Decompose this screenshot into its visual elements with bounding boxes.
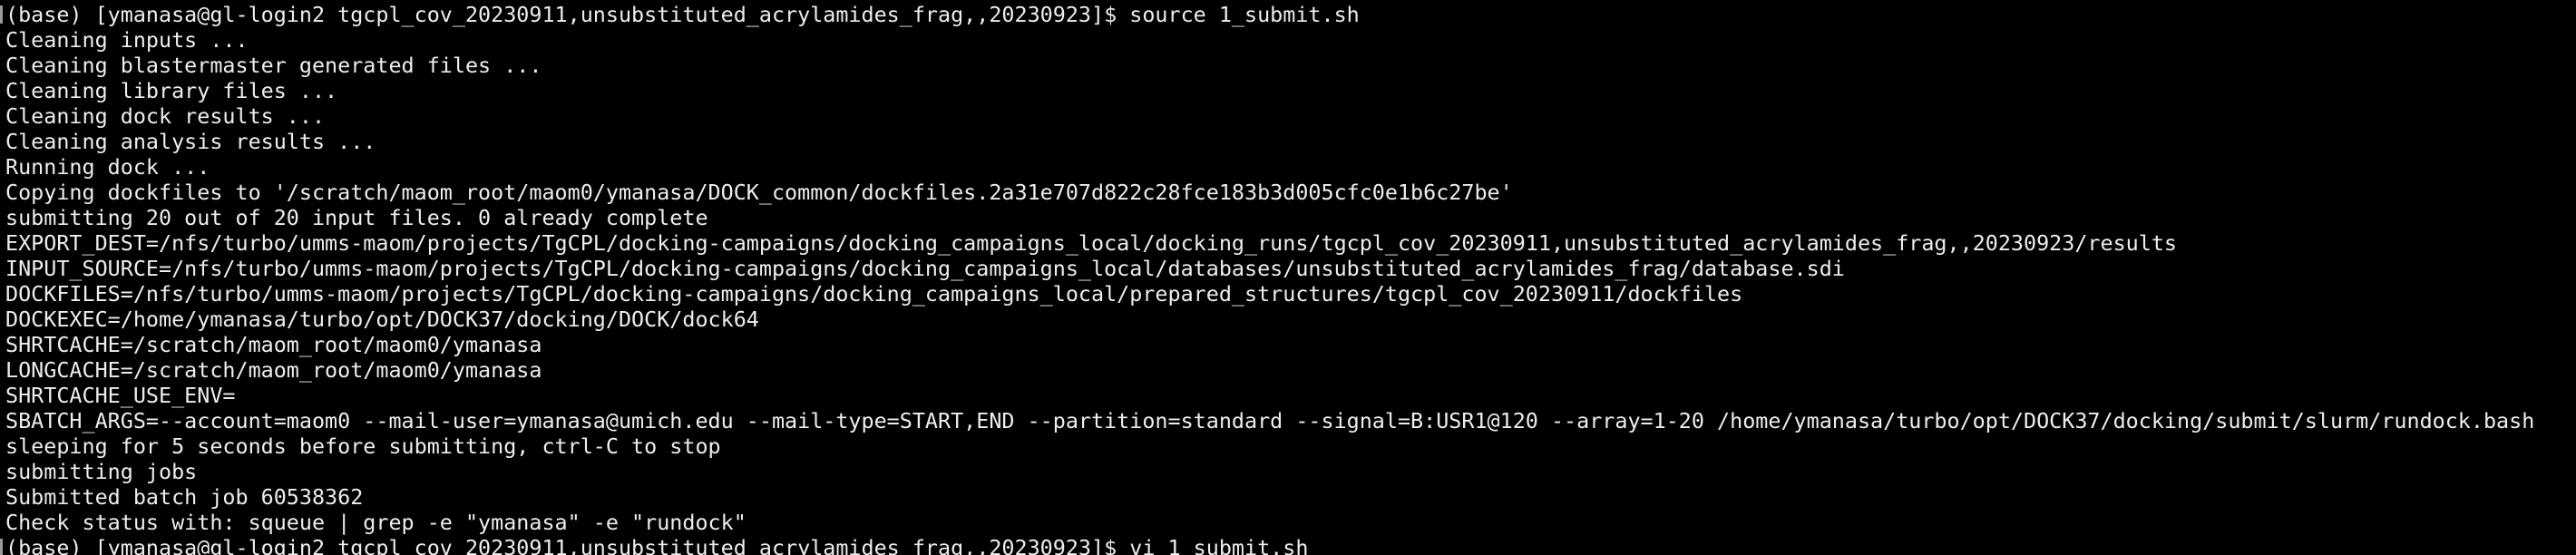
terminal-window[interactable]: (base) [ymanasa@gl-login2 tgcpl_cov_2023…: [0, 0, 2576, 555]
output-line: Cleaning analysis results ...: [5, 129, 376, 154]
output-line: SBATCH_ARGS=--account=maom0 --mail-user=…: [5, 408, 2535, 433]
output-line: SHRTCACHE_USE_ENV=: [5, 383, 236, 408]
terminal-output: (base) [ymanasa@gl-login2 tgcpl_cov_2023…: [5, 2, 2576, 555]
output-line: Cleaning inputs ...: [5, 27, 249, 53]
output-line: Cleaning library files ...: [5, 78, 338, 103]
output-line: EXPORT_DEST=/nfs/turbo/umms-maom/project…: [5, 230, 2177, 256]
output-line: LONGCACHE=/scratch/maom_root/maom0/ymana…: [5, 357, 542, 383]
prompt-mark-top: [0, 5, 3, 24]
prompt-line: (base) [ymanasa@gl-login2 tgcpl_cov_2023…: [5, 2, 1360, 27]
output-line: Running dock ...: [5, 154, 210, 180]
output-line: sleeping for 5 seconds before submitting…: [5, 433, 721, 459]
prompt-mark-bottom: [0, 539, 3, 555]
output-line: Submitted batch job 60538362: [5, 484, 364, 510]
output-line: Cleaning blastermaster generated files .…: [5, 53, 542, 78]
prompt-line: (base) [ymanasa@gl-login2 tgcpl_cov_2023…: [5, 535, 1309, 555]
output-line: Cleaning dock results ...: [5, 103, 326, 129]
output-line: DOCKFILES=/nfs/turbo/umms-maom/projects/…: [5, 281, 1743, 307]
output-line: Check status with: squeue | grep -e "yma…: [5, 510, 746, 535]
output-line: DOCKEXEC=/home/ymanasa/turbo/opt/DOCK37/…: [5, 307, 759, 332]
output-line: submitting jobs: [5, 459, 198, 484]
output-line: Copying dockfiles to '/scratch/maom_root…: [5, 180, 1513, 205]
output-line: submitting 20 out of 20 input files. 0 a…: [5, 205, 708, 230]
output-line: INPUT_SOURCE=/nfs/turbo/umms-maom/projec…: [5, 256, 1845, 281]
output-line: SHRTCACHE=/scratch/maom_root/maom0/ymana…: [5, 332, 542, 357]
